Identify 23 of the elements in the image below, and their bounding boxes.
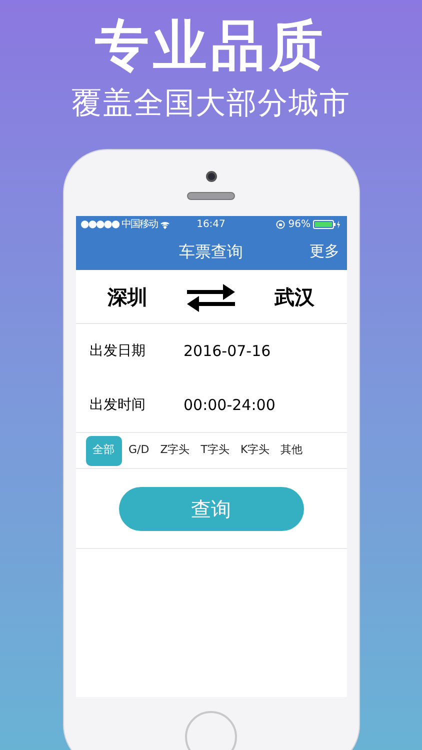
field-value[interactable]: 2016-07-16 bbox=[184, 340, 271, 362]
speaker-icon bbox=[187, 192, 235, 200]
from-city[interactable]: 深圳 bbox=[108, 282, 148, 312]
headline: 专业品质 bbox=[95, 14, 327, 78]
more-button[interactable]: 更多 bbox=[310, 240, 340, 263]
to-city[interactable]: 武汉 bbox=[274, 282, 314, 312]
filter-tab[interactable]: Z字头 bbox=[156, 436, 194, 466]
filter-tab[interactable]: T字头 bbox=[196, 436, 234, 466]
rotation-lock-icon bbox=[276, 220, 286, 229]
subheadline: 覆盖全国大部分城市 bbox=[72, 86, 350, 122]
carrier-text: ●●●●● 中国移动 bbox=[80, 218, 158, 230]
field-value[interactable]: 00:00-24:00 bbox=[184, 394, 276, 416]
nav-title: 车票查询 bbox=[179, 240, 243, 262]
filter-tab[interactable]: G/D bbox=[124, 436, 154, 466]
field-label: 出发日期 bbox=[90, 342, 146, 360]
filter-tab[interactable]: 其他 bbox=[276, 436, 307, 466]
battery-text: 96% bbox=[288, 218, 310, 232]
wifi-icon bbox=[160, 220, 170, 228]
clock-text: 16:47 bbox=[196, 218, 226, 232]
battery-icon bbox=[313, 220, 342, 229]
camera-icon bbox=[206, 171, 216, 182]
field-label: 出发时间 bbox=[90, 396, 146, 414]
filter-tab[interactable]: K字头 bbox=[236, 436, 274, 466]
